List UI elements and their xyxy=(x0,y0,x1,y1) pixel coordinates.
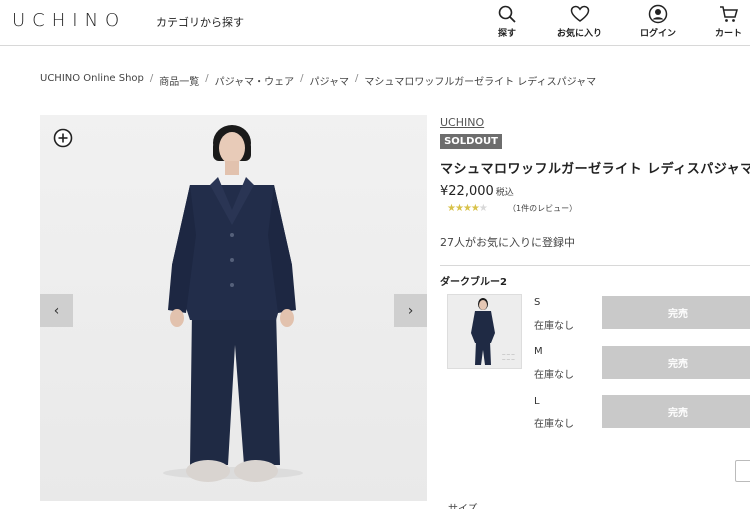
soldout-button-s[interactable]: 完売 xyxy=(602,296,750,329)
soldout-button-l[interactable]: 完売 xyxy=(602,395,750,428)
nav-login-label: ログイン xyxy=(640,29,677,39)
breadcrumb-item[interactable]: パジャマ・ウェア xyxy=(215,73,295,88)
size-label: S xyxy=(534,297,541,308)
breadcrumb-separator: / xyxy=(205,73,209,84)
product-price-row: ¥22,000 税込 xyxy=(440,184,514,199)
nav-search[interactable]: 探す xyxy=(497,4,517,39)
svg-text:— — —: — — — xyxy=(502,357,515,361)
size-label: M xyxy=(534,346,543,357)
site-logo[interactable]: UCHINO xyxy=(12,10,126,31)
breadcrumb-separator: / xyxy=(355,73,359,84)
star-empty-icon: ★ xyxy=(478,203,488,214)
soldout-badge: SOLDOUT xyxy=(440,134,502,149)
review-count-link[interactable]: （1件のレビュー） xyxy=(508,203,577,214)
gallery-next-button[interactable]: › xyxy=(394,294,427,327)
color-name: ダークブルー2 xyxy=(440,277,507,288)
star-filled-icon: ★ xyxy=(454,203,464,214)
partial-button[interactable] xyxy=(735,460,750,482)
product-price: ¥22,000 xyxy=(440,184,494,199)
rating-stars: ★★★★★ xyxy=(447,203,488,214)
variant-photo: — — — — — — xyxy=(448,295,521,368)
section-divider xyxy=(440,265,750,266)
nav-favorites-label: お気に入り xyxy=(557,29,603,39)
nav-favorites[interactable]: お気に入り xyxy=(557,4,602,39)
breadcrumb-separator: / xyxy=(149,73,154,84)
nav-cart-label: カート xyxy=(715,29,743,39)
star-filled-icon: ★ xyxy=(470,203,480,214)
breadcrumb-item[interactable]: 商品一覧 xyxy=(159,73,199,88)
nav-cart[interactable]: カート xyxy=(715,4,742,39)
chevron-left-icon: ‹ xyxy=(53,302,60,319)
user-icon xyxy=(648,4,668,24)
chevron-right-icon: › xyxy=(407,302,414,319)
search-icon xyxy=(498,5,516,23)
gallery-prev-button[interactable]: ‹ xyxy=(40,294,73,327)
brand-link[interactable]: UCHINO xyxy=(440,116,484,129)
nav-search-label: 探す xyxy=(497,29,516,39)
svg-text:— — —: — — — xyxy=(502,352,515,356)
breadcrumb-item[interactable]: パジャマ xyxy=(310,73,350,88)
breadcrumb-item[interactable]: UCHINO Online Shop xyxy=(40,73,144,88)
size-label: L xyxy=(534,396,540,407)
favorite-count: 27人がお気に入りに登録中 xyxy=(440,236,575,249)
category-search-link[interactable]: カテゴリから探す xyxy=(156,14,244,30)
star-filled-icon: ★ xyxy=(447,203,456,214)
breadcrumb: UCHINO Online Shop / 商品一覧 / パジャマ・ウェア / パ… xyxy=(40,73,596,88)
size-section-heading: サイズ xyxy=(448,500,478,509)
breadcrumb-separator: / xyxy=(300,73,304,84)
heart-icon xyxy=(570,5,589,22)
star-filled-icon: ★ xyxy=(462,203,472,214)
nav-login[interactable]: ログイン xyxy=(640,4,676,39)
site-header: UCHINO カテゴリから探す 探す お気に入り ログイン カート xyxy=(0,0,750,46)
soldout-button-m[interactable]: 完売 xyxy=(602,346,750,379)
model-in-pajamas-photo xyxy=(163,125,303,482)
cart-icon xyxy=(719,6,738,22)
stock-status: 在庫なし xyxy=(534,321,574,332)
breadcrumb-current: マシュマロワッフルガーゼライト レディスパジャマ xyxy=(364,77,597,88)
product-main-image[interactable]: ‹ › xyxy=(40,115,427,501)
zoom-in-icon[interactable] xyxy=(53,128,73,148)
stock-status: 在庫なし xyxy=(534,370,574,381)
color-variant-thumbnail[interactable]: — — — — — — xyxy=(447,294,522,369)
tax-label: 税込 xyxy=(495,188,514,198)
product-title: マシュマロワッフルガーゼライト レディスパジャマ xyxy=(440,162,750,177)
stock-status: 在庫なし xyxy=(534,419,574,430)
